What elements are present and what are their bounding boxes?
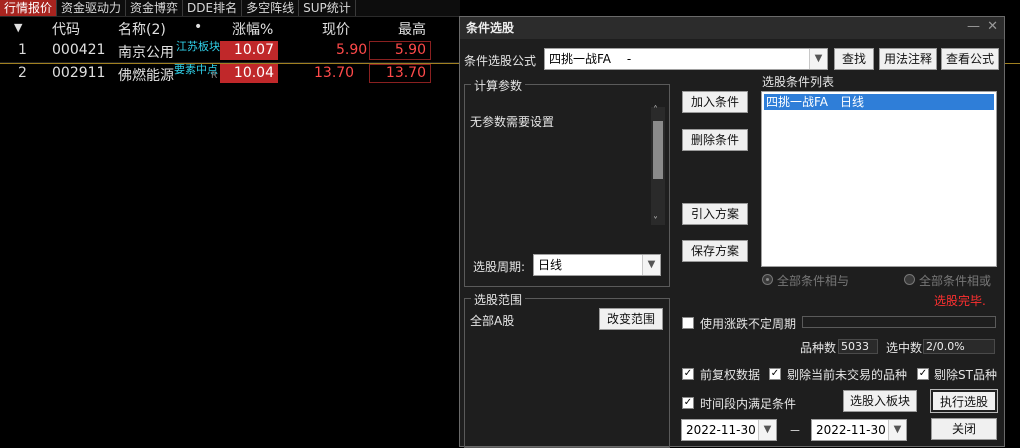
table-row[interactable]: 2 002911 佛燃能源 要素中点 R 10.04 13.70 13.70 [0, 63, 460, 85]
radio-all-or[interactable] [904, 274, 915, 285]
high: 13.70 [369, 64, 431, 83]
usage-notes-button[interactable]: 用法注释 [879, 48, 937, 70]
row-number: 1 [18, 42, 27, 58]
stock-flag: R [211, 71, 218, 81]
selected-count-label: 选中数 [886, 341, 923, 355]
time-range-checkbox[interactable]: ✓ [682, 397, 694, 409]
save-plan-button[interactable]: 保存方案 [682, 240, 748, 262]
date-from-picker[interactable]: 2022-11-30 ▼ [681, 419, 777, 441]
import-plan-button[interactable]: 引入方案 [682, 203, 748, 225]
range-group: 选股范围 全部A股 改变范围 [464, 291, 670, 448]
header-change-pct[interactable]: 涨幅% [232, 19, 273, 39]
condition-list[interactable]: 四挑一战FA 日线 [761, 91, 997, 267]
tab-sup-stats[interactable]: SUP统计 [299, 0, 356, 16]
radio-all-and[interactable] [762, 274, 773, 285]
exclude-st-checkbox[interactable]: ✓ [917, 368, 929, 380]
chevron-down-icon[interactable]: ▼ [642, 255, 660, 275]
status-text: 选股完毕. [934, 294, 986, 308]
formula-label: 条件选股公式 [464, 54, 537, 68]
selected-count-value: 2/0.0% [923, 339, 995, 354]
stock-name: 南京公用 [118, 45, 174, 61]
header-name[interactable]: 名称(2) [118, 19, 166, 39]
price: 5.90 [336, 42, 368, 58]
date-from-value: 2022-11-30 [686, 423, 756, 437]
quote-table-header: ▼ 代码 名称(2) • 涨幅% 现价 最高 [0, 17, 460, 39]
params-text: 无参数需要设置 [470, 115, 555, 129]
chevron-down-icon[interactable]: ▼ [888, 420, 906, 440]
execute-screening-button[interactable]: 执行选股 [930, 389, 998, 413]
tab-dde-rank[interactable]: DDE排名 [183, 0, 243, 16]
exclude-untraded-label: 剔除当前未交易的品种 [787, 368, 908, 382]
formula-value: 四挑一战FA - [549, 52, 632, 66]
params-group-title: 计算参数 [471, 77, 526, 94]
use-uncertain-period-checkbox[interactable] [682, 317, 694, 329]
tab-fund-game[interactable]: 资金博弈 [126, 0, 184, 16]
exclude-untraded-checkbox[interactable]: ✓ [769, 368, 781, 380]
chevron-down-icon[interactable]: ▼ [809, 49, 827, 69]
date-to-value: 2022-11-30 [816, 423, 886, 437]
close-icon[interactable]: ✕ [987, 19, 998, 34]
header-high[interactable]: 最高 [398, 19, 426, 39]
progress-bar [802, 316, 996, 328]
row-number: 2 [18, 65, 27, 81]
dialog-title: 条件选股 [460, 17, 1004, 39]
period-value: 日线 [538, 258, 563, 272]
params-scrollbar[interactable]: ˄ ˅ [651, 105, 665, 227]
period-select[interactable]: 日线 ▼ [533, 254, 661, 276]
range-value: 全部A股 [470, 314, 515, 328]
price: 13.70 [314, 65, 355, 81]
market-tab-strip: 行情报价 资金驱动力 资金博弈 DDE排名 多空阵线 SUP统计 [0, 0, 460, 17]
high: 5.90 [369, 41, 431, 60]
date-separator: － [789, 424, 802, 438]
range-group-title: 选股范围 [471, 291, 526, 308]
stock-count-label: 品种数 [800, 341, 837, 355]
table-row[interactable]: 1 000421 南京公用 江苏板块 10.07 5.90 5.90 [0, 40, 460, 62]
forward-adjust-checkbox[interactable]: ✓ [682, 368, 694, 380]
add-condition-button[interactable]: 加入条件 [682, 91, 748, 113]
date-to-picker[interactable]: 2022-11-30 ▼ [811, 419, 907, 441]
radio-all-or-label: 全部条件相或 [919, 274, 992, 288]
change-pct: 10.04 [220, 64, 278, 83]
stock-count-value: 5033 [838, 339, 878, 354]
list-item[interactable]: 四挑一战FA 日线 [764, 94, 994, 110]
stock-code: 002911 [52, 65, 106, 81]
header-code[interactable]: 代码 [52, 19, 80, 39]
params-group: 计算参数 无参数需要设置 ˄ ˅ 选股周期: 日线 ▼ [464, 77, 670, 287]
change-range-button[interactable]: 改变范围 [599, 308, 663, 330]
condition-list-label: 选股条件列表 [762, 75, 835, 89]
header-price[interactable]: 现价 [322, 19, 350, 39]
scroll-up-icon[interactable]: ˄ [653, 105, 658, 116]
close-button[interactable]: 关闭 [931, 418, 997, 440]
scroll-down-icon[interactable]: ˅ [653, 216, 658, 227]
chevron-down-icon[interactable]: ▼ [758, 420, 776, 440]
add-to-block-button[interactable]: 选股入板块 [843, 390, 917, 412]
find-button[interactable]: 查找 [834, 48, 874, 70]
tab-quotes[interactable]: 行情报价 [0, 0, 58, 16]
exclude-st-label: 剔除ST品种 [934, 368, 997, 382]
stock-screening-dialog: 条件选股 — ✕ 条件选股公式 四挑一战FA - ▼ 查找 用法注释 查看公式 … [459, 16, 1005, 448]
period-label: 选股周期: [473, 260, 526, 274]
minimize-icon[interactable]: — [967, 19, 980, 34]
tab-fund-drive[interactable]: 资金驱动力 [57, 0, 127, 16]
formula-select[interactable]: 四挑一战FA - ▼ [544, 48, 828, 70]
change-pct: 10.07 [220, 41, 278, 60]
sort-arrow-icon[interactable]: ▼ [14, 21, 22, 34]
stock-name: 佛燃能源 [118, 68, 174, 84]
stock-code: 000421 [52, 42, 106, 58]
time-range-label: 时间段内满足条件 [700, 397, 797, 411]
radio-all-and-label: 全部条件相与 [777, 274, 850, 288]
view-formula-button[interactable]: 查看公式 [941, 48, 999, 70]
scroll-thumb[interactable] [653, 121, 663, 179]
use-uncertain-period-label: 使用涨跌不定周期 [700, 317, 797, 331]
stock-tag: 江苏板块 [176, 40, 220, 53]
header-dot: • [194, 19, 203, 35]
tab-long-short[interactable]: 多空阵线 [242, 0, 300, 16]
delete-condition-button[interactable]: 删除条件 [682, 129, 748, 151]
forward-adjust-label: 前复权数据 [700, 368, 761, 382]
